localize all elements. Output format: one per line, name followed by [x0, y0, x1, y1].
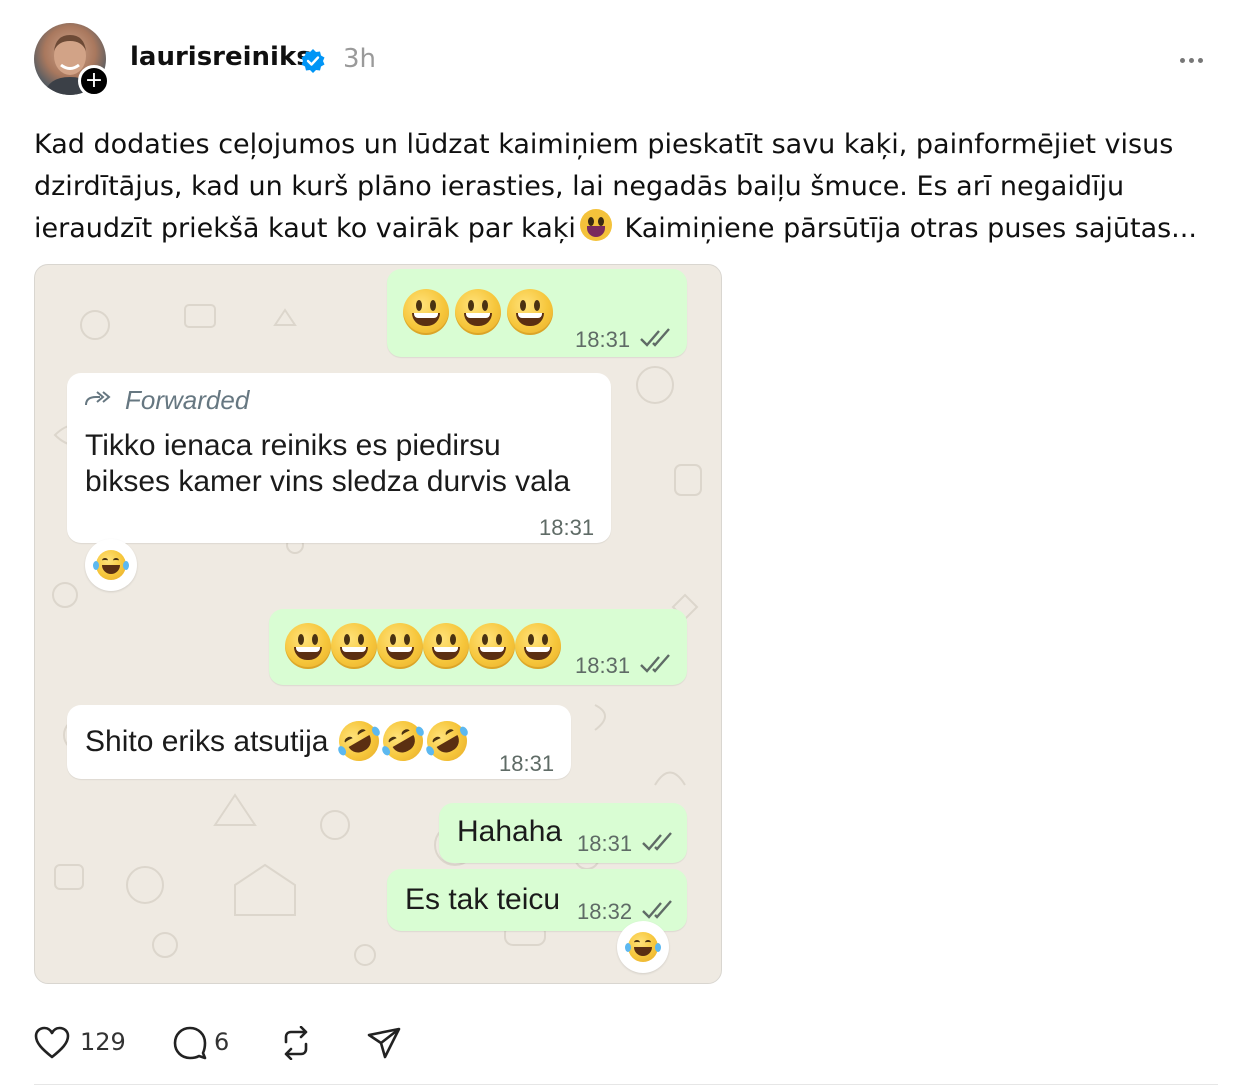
- outgoing-message-bubble[interactable]: Hahaha 18:31: [439, 803, 687, 863]
- message-text: Es tak teicu: [405, 883, 561, 916]
- tears-of-joy-reaction-icon[interactable]: [617, 921, 669, 973]
- comment-icon: [173, 1026, 207, 1060]
- incoming-message-bubble[interactable]: Forwarded Tikko ienaca reiniks es piedir…: [67, 373, 611, 543]
- share-button[interactable]: [366, 1022, 406, 1066]
- grinning-face-emoji-icon: [507, 289, 553, 335]
- double-check-icon: [642, 900, 672, 919]
- caption-text-end: Kaimiņiene pārsūtīja otras puses sajūtas…: [615, 213, 1197, 244]
- comment-button[interactable]: 6: [172, 1022, 252, 1066]
- grinning-face-emoji-icon: [377, 623, 423, 669]
- divider: [34, 1084, 1218, 1085]
- message-text: Shito eriks atsutija: [85, 725, 329, 758]
- forward-arrow-icon: [85, 391, 111, 406]
- message-text: bikses kamer vins sledza durvis vala: [85, 465, 571, 498]
- double-check-icon: [642, 832, 672, 851]
- message-time: 18:32: [577, 899, 633, 924]
- grinning-face-emoji-icon: [455, 289, 501, 335]
- tears-of-joy-reaction-icon[interactable]: [85, 539, 137, 591]
- rolling-on-floor-laughing-emoji-icon: [419, 713, 475, 769]
- outgoing-message-bubble[interactable]: 18:31: [387, 269, 687, 357]
- repost-icon: [284, 1026, 308, 1060]
- post-actions-bar: 129 6: [34, 1022, 454, 1066]
- grinning-face-emoji-icon: [285, 623, 331, 669]
- comment-count: 6: [214, 1028, 230, 1056]
- post-caption: Kad dodaties ceļojumos un lūdzat kaimiņi…: [34, 124, 1224, 250]
- chat-screenshot-image[interactable]: 18:31 Forwarded Tikko ienaca reiniks es …: [34, 264, 722, 984]
- message-time: 18:31: [577, 831, 633, 856]
- double-check-icon: [640, 654, 670, 673]
- message-text: Tikko ienaca reiniks es piedirsu: [85, 429, 501, 462]
- message-text: Hahaha: [457, 815, 563, 848]
- share-icon: [367, 1027, 401, 1059]
- double-check-icon: [640, 328, 670, 347]
- message-time: 18:31: [575, 653, 631, 678]
- username[interactable]: laurisreiniks: [130, 42, 312, 72]
- repost-button[interactable]: [278, 1022, 318, 1066]
- message-time: 18:31: [575, 327, 631, 352]
- incoming-message-bubble[interactable]: Shito eriks atsutija 18:31: [67, 705, 571, 779]
- outgoing-message-bubble[interactable]: 18:31: [269, 609, 687, 685]
- rolling-on-floor-laughing-emoji-icon: [331, 713, 387, 769]
- message-time: 18:31: [539, 515, 595, 540]
- grinning-face-emoji-icon: [469, 623, 515, 669]
- message-time: 18:31: [499, 751, 555, 776]
- like-count: 129: [80, 1028, 126, 1056]
- heart-icon: [34, 1026, 70, 1059]
- verified-badge-icon: [301, 49, 325, 73]
- grinning-face-emoji-icon: [331, 623, 377, 669]
- grinning-face-with-tongue-emoji-icon: [579, 209, 612, 241]
- forwarded-label: Forwarded: [125, 385, 250, 415]
- rolling-on-floor-laughing-emoji-icon: [375, 713, 431, 769]
- like-button[interactable]: 129: [34, 1022, 134, 1066]
- more-options-icon[interactable]: [1180, 48, 1214, 72]
- grinning-face-emoji-icon: [423, 623, 469, 669]
- grinning-face-emoji-icon: [403, 289, 449, 335]
- post-time: 3h: [343, 44, 377, 74]
- follow-plus-icon[interactable]: +: [78, 65, 110, 97]
- avatar[interactable]: +: [34, 23, 110, 97]
- grinning-face-emoji-icon: [515, 623, 561, 669]
